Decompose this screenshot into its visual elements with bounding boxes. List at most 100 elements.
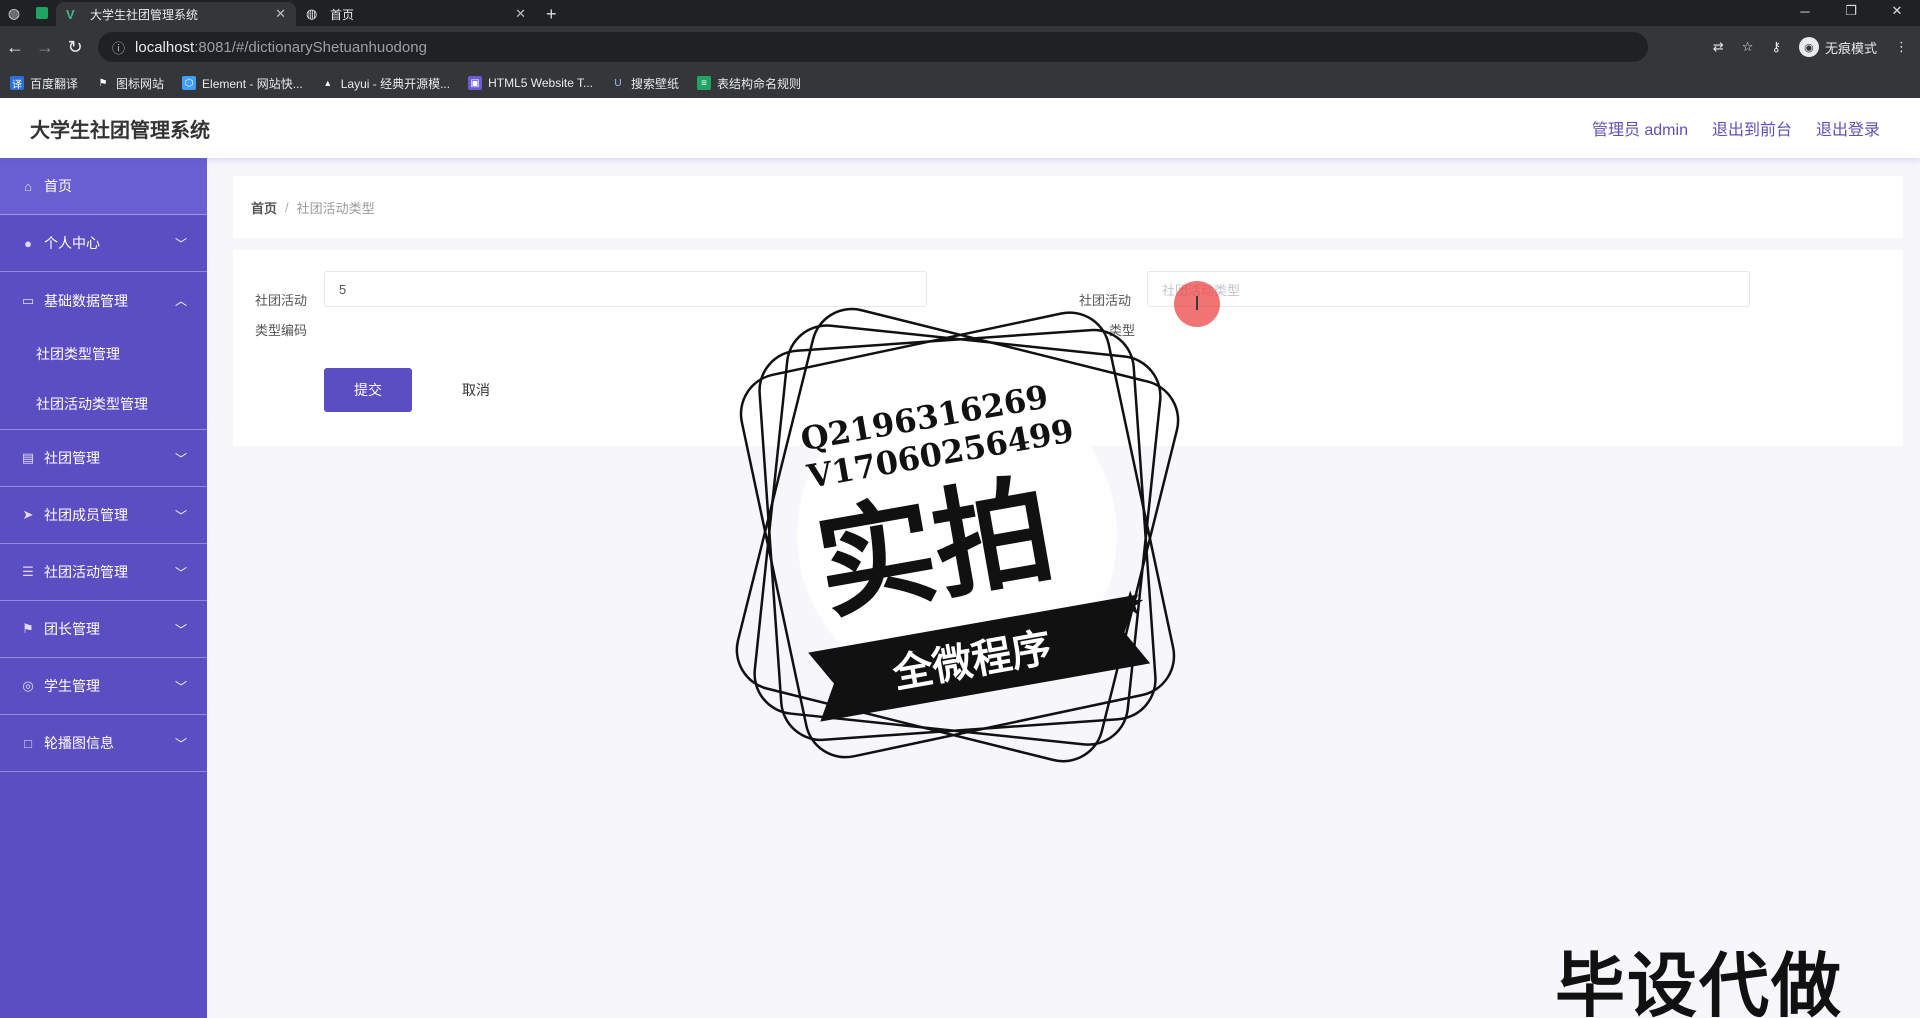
header-links: 管理员 admin 退出到前台 退出登录 xyxy=(1592,116,1880,140)
address-bar-row: ← → ↻ ⓘ localhost:8081/#/dictionaryShetu… xyxy=(0,26,1920,68)
data-icon: ▭ xyxy=(21,292,35,308)
breadcrumb-current: 社团活动类型 xyxy=(296,200,375,216)
wallpaper-bookmark-icon: U xyxy=(614,77,622,89)
sidebar-item-carousel[interactable]: □ 轮播图信息 ﹀ xyxy=(0,715,207,772)
new-tab-button[interactable]: + xyxy=(536,2,567,26)
sidebar-item-label: 社团活动管理 xyxy=(44,564,128,580)
home-icon: ⌂ xyxy=(24,178,32,194)
sidebar-item-label: 轮播图信息 xyxy=(44,735,114,751)
sidebar-item-profile[interactable]: ● 个人中心 ﹀ xyxy=(0,215,207,272)
window-controls: ─ ❐ ✕ xyxy=(1782,0,1920,22)
sheet-bookmark-icon: ≡ xyxy=(697,76,712,90)
back-to-front-link[interactable]: 退出到前台 xyxy=(1712,116,1792,140)
submenu-item-club-type[interactable]: 社团类型管理 xyxy=(0,329,207,379)
activity-icon: ☰ xyxy=(22,564,34,579)
close-icon[interactable]: ✕ xyxy=(275,6,286,22)
bookmark-item[interactable]: ▣ HTML5 Website T... xyxy=(468,76,593,90)
toolbar-right: ⇄ ☆ ⚷ ◉ 无痕模式 ⋮ xyxy=(1713,37,1920,57)
tab-home[interactable]: ◍ 首页 ✕ xyxy=(296,2,536,26)
translate-bookmark-icon: 译 xyxy=(10,76,24,91)
close-window-icon[interactable]: ✕ xyxy=(1874,0,1920,22)
info-icon[interactable]: ⓘ xyxy=(112,38,125,57)
restore-icon[interactable]: ❐ xyxy=(1828,0,1874,22)
image-icon: □ xyxy=(24,735,32,751)
sidebar-item-label: 社团成员管理 xyxy=(44,507,128,523)
bookmark-label: 搜索壁纸 xyxy=(631,76,680,91)
minimize-icon[interactable]: ─ xyxy=(1782,0,1828,22)
url-host: localhost xyxy=(135,38,195,56)
sidebar-item-label: 个人中心 xyxy=(44,235,100,251)
watermark-stamp: Q2196316269 V17060256499 实拍 全微程序 ★ ★ xyxy=(735,307,1180,763)
close-icon[interactable]: ✕ xyxy=(515,6,526,22)
bookmarks-bar: 译百度翻译 ⚑ 图标网站 ⬡ Element - 网站快... ▴ Layui - 经… xyxy=(0,68,1920,98)
sidebar-item-members[interactable]: ➤ 社团成员管理 ﹀ xyxy=(0,487,207,544)
submit-button[interactable]: 提交 xyxy=(324,368,412,412)
globe-icon: ◍ xyxy=(306,6,318,21)
bookmark-item[interactable]: U 搜索壁纸 xyxy=(611,75,679,92)
star-icon: ★ xyxy=(830,655,860,693)
user-icon: ● xyxy=(24,235,32,251)
profile-globe-icon[interactable]: ◍ xyxy=(0,0,28,26)
chevron-down-icon: ﹀ xyxy=(174,236,187,251)
chevron-down-icon: ﹀ xyxy=(174,565,187,580)
sidebar-item-basic-data[interactable]: ▭ 基础数据管理 ︿ xyxy=(0,272,207,329)
flag-bookmark-icon: ⚑ xyxy=(98,77,108,89)
bookmark-label: 百度翻译 xyxy=(30,76,79,91)
layui-bookmark-icon: ▴ xyxy=(325,77,331,89)
browser-tabbar: ◍ V 大学生社团管理系统 ✕ ◍ 首页 ✕ + ─ ❐ ✕ xyxy=(0,0,1920,26)
vue-icon: V xyxy=(66,6,75,22)
submenu-item-activity-type[interactable]: 社团活动类型管理 xyxy=(0,379,207,429)
breadcrumb-separator: / xyxy=(285,199,289,215)
bookmark-label: 图标网站 xyxy=(116,76,165,91)
bookmark-item[interactable]: 译百度翻译 xyxy=(10,75,78,92)
chevron-down-icon: ﹀ xyxy=(174,451,187,466)
chevron-up-icon: ︿ xyxy=(174,294,187,308)
bookmark-label: HTML5 Website T... xyxy=(488,76,594,90)
url-path: :8081/#/dictionaryShetuanhuodong xyxy=(194,38,427,56)
text-cursor-icon: I xyxy=(1194,292,1200,315)
sidebar-item-leaders[interactable]: ⚑ 团长管理 ﹀ xyxy=(0,601,207,658)
sidebar-item-label: 基础数据管理 xyxy=(44,292,128,309)
field1-label-line1: 社团活动 xyxy=(255,293,308,308)
app-title: 大学生社团管理系统 xyxy=(30,119,210,142)
incognito-label: 无痕模式 xyxy=(1824,40,1877,56)
bookmark-item[interactable]: ≡ 表结构命名规则 xyxy=(697,75,801,92)
breadcrumb-home[interactable]: 首页 xyxy=(251,198,277,217)
translate-icon[interactable]: ⇄ xyxy=(1713,39,1724,55)
element-bookmark-icon: ⬡ xyxy=(182,76,197,90)
cancel-button[interactable]: 取消 xyxy=(441,368,511,412)
field1-label-line2: 类型编码 xyxy=(255,323,308,338)
sidebar-item-students[interactable]: ◎ 学生管理 ﹀ xyxy=(0,658,207,715)
tab-app[interactable]: V 大学生社团管理系统 ✕ xyxy=(56,2,296,26)
menu-icon[interactable]: ⋮ xyxy=(1895,39,1908,55)
bookmark-item[interactable]: ⚑ 图标网站 xyxy=(96,75,165,92)
bottom-watermark: 毕设代做 xyxy=(1555,945,1843,1018)
chevron-down-icon: ﹀ xyxy=(174,508,187,523)
incognito-badge[interactable]: ◉ 无痕模式 xyxy=(1798,37,1877,57)
bookmark-item[interactable]: ⬡ Element - 网站快... xyxy=(182,75,303,92)
star-icon[interactable]: ☆ xyxy=(1742,39,1754,55)
sidebar-item-activities[interactable]: ☰ 社团活动管理 ﹀ xyxy=(0,544,207,601)
url-input[interactable]: ⓘ localhost:8081/#/dictionaryShetuanhuod… xyxy=(98,32,1648,62)
sidebar-item-club[interactable]: ▤ 社团管理 ﹀ xyxy=(0,430,207,487)
admin-label: 管理员 admin xyxy=(1591,122,1688,139)
tab-label: 大学生社团管理系统 xyxy=(90,7,199,22)
pinned-tab-icon[interactable] xyxy=(28,0,56,26)
field1-label: 社团活动 xyxy=(255,282,307,320)
field1-label-line2-wrap: 类型编码 xyxy=(255,320,307,339)
breadcrumb: 首页 / 社团活动类型 xyxy=(233,176,1903,238)
sidebar-item-label: 学生管理 xyxy=(44,678,100,694)
send-icon: ➤ xyxy=(22,507,34,522)
chevron-down-icon: ﹀ xyxy=(174,679,187,694)
sidebar-item-label: 团长管理 xyxy=(44,621,100,637)
forward-icon[interactable]: → xyxy=(30,37,60,58)
activity-type-input[interactable]: 社团活动类型 xyxy=(1147,271,1750,307)
logout-link[interactable]: 退出登录 xyxy=(1816,116,1880,140)
key-icon[interactable]: ⚷ xyxy=(1771,39,1781,55)
bookmark-item[interactable]: ▴ Layui - 经典开源模... xyxy=(321,75,450,92)
reload-icon[interactable]: ↻ xyxy=(60,37,90,58)
html5-bookmark-icon: ▣ xyxy=(468,76,483,90)
sidebar-item-home[interactable]: ⌂ 首页 xyxy=(0,158,207,215)
flag-icon: ⚑ xyxy=(22,621,34,636)
back-icon[interactable]: ← xyxy=(0,37,30,58)
